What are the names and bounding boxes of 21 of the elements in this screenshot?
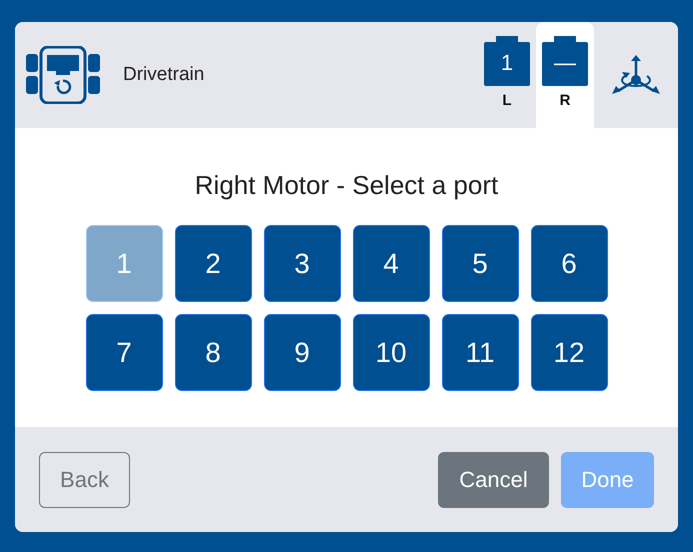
port-button[interactable]: 9 (264, 314, 340, 391)
port-button[interactable]: 12 (530, 314, 608, 391)
port-button[interactable]: 4 (352, 225, 430, 302)
port-button[interactable]: 2 (174, 225, 252, 302)
port-button[interactable]: 8 (174, 314, 252, 391)
axes-icon (610, 54, 662, 96)
header-title: Drivetrain (123, 62, 204, 87)
dialog-heading: Right Motor - Select a port (194, 169, 498, 202)
motor-tab[interactable]: 1 L (478, 22, 536, 128)
port-button[interactable]: 5 (442, 225, 518, 302)
port-button[interactable]: 6 (530, 225, 608, 302)
port-button[interactable]: 7 (86, 314, 162, 391)
port-button[interactable]: 3 (264, 225, 340, 302)
motor-icon (542, 36, 588, 86)
port-button[interactable]: 11 (442, 314, 518, 391)
motor-tab[interactable]: — R (536, 22, 594, 128)
drivetrain-icon (26, 46, 100, 104)
cancel-button[interactable]: Cancel (438, 452, 549, 508)
port-button[interactable]: 10 (352, 314, 430, 391)
motor-icon (484, 36, 530, 86)
back-button[interactable]: Back (39, 452, 130, 508)
